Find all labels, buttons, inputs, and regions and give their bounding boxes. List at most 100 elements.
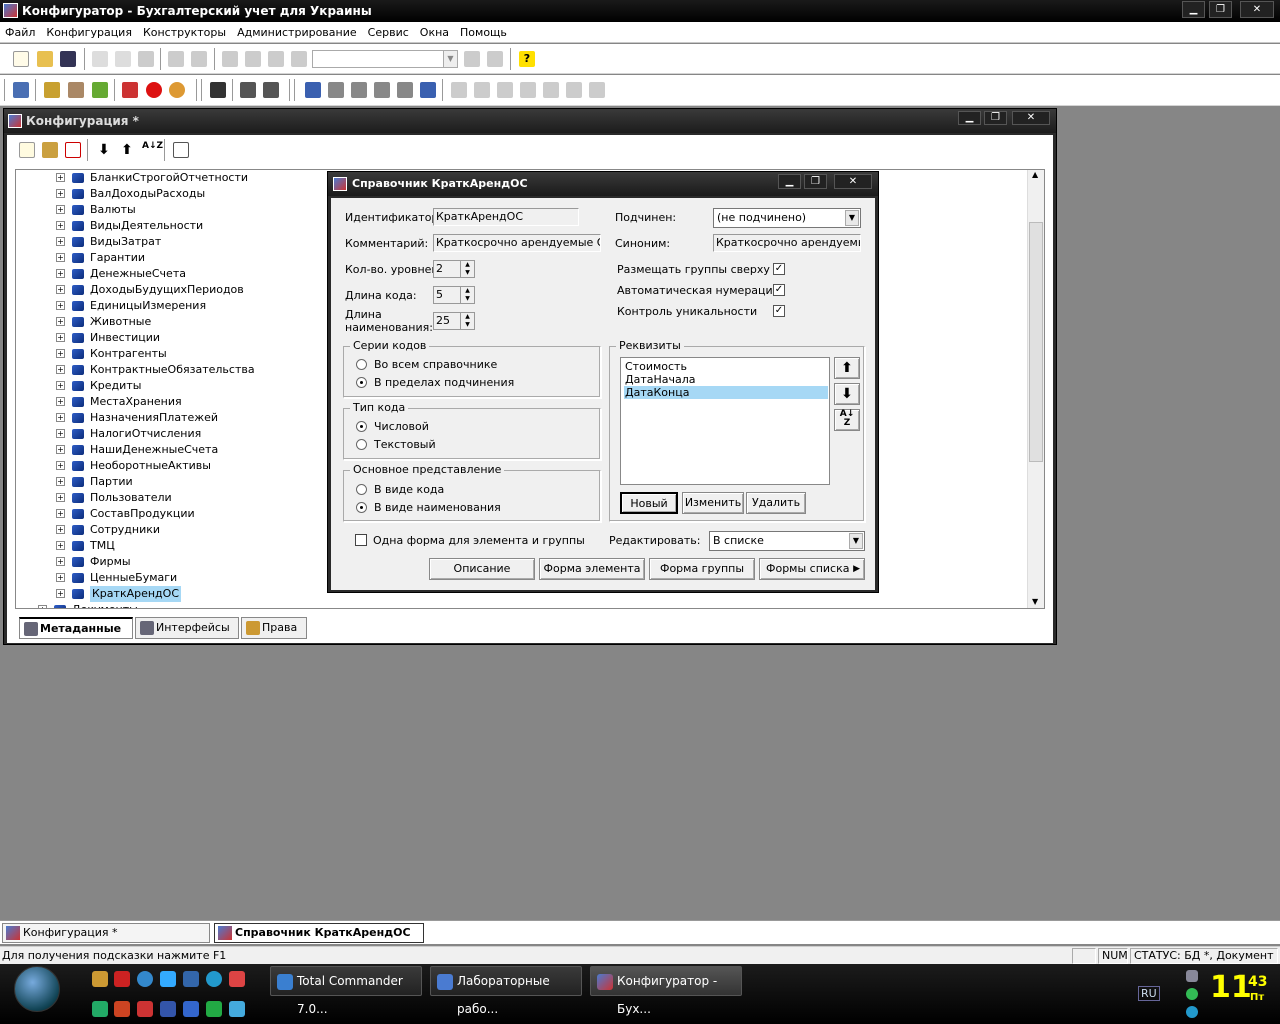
auto-numbering-checkbox[interactable]: ✓ — [773, 284, 785, 296]
config-close-button[interactable]: ✕ — [1012, 111, 1050, 125]
description-icon[interactable] — [173, 142, 189, 158]
calc-icon[interactable] — [543, 82, 559, 98]
print-preview-icon[interactable] — [191, 51, 207, 67]
code-length-spinner[interactable]: 5 ▲ ▼ — [433, 286, 475, 304]
documents-icon[interactable] — [351, 82, 367, 98]
antivirus-icon[interactable] — [1186, 988, 1198, 1000]
attr-sort-button[interactable]: A↓ Z — [834, 409, 860, 431]
expand-icon[interactable]: + — [56, 317, 65, 326]
code-series-subordinate-radio[interactable] — [356, 377, 367, 388]
find-prev-icon[interactable] — [487, 51, 503, 67]
expand-icon[interactable]: + — [56, 557, 65, 566]
debug-icon[interactable] — [169, 82, 185, 98]
attr-down-button[interactable]: ⬇ — [834, 383, 860, 405]
repr-code-radio[interactable] — [356, 484, 367, 495]
expand-icon[interactable]: + — [56, 461, 65, 470]
mdi-task-catalog[interactable]: Справочник КраткАрендОС — [214, 923, 424, 943]
scroll-thumb[interactable] — [1029, 222, 1043, 462]
journals-icon[interactable] — [374, 82, 390, 98]
comment-field[interactable]: Краткосрочно арендуемые ОС — [433, 234, 601, 252]
subordinate-select[interactable]: (не подчинено) ▼ — [713, 208, 861, 228]
list-item[interactable]: ДатаКонца — [624, 386, 828, 399]
scroll-up-icon[interactable]: ▲ — [1032, 170, 1038, 179]
code-type-numeric-radio[interactable] — [356, 421, 367, 432]
dialog-minimize-button[interactable]: ▁ — [778, 174, 801, 189]
scroll-down-icon[interactable]: ▼ — [1032, 597, 1038, 606]
find-icon[interactable] — [291, 51, 307, 67]
expand-icon[interactable]: + — [56, 445, 65, 454]
publisher-icon[interactable] — [206, 1001, 222, 1017]
tab-interfaces[interactable]: Интерфейсы — [135, 617, 239, 639]
cut-icon[interactable] — [92, 51, 108, 67]
menu-service[interactable]: Сервис — [363, 22, 415, 43]
new-object-icon[interactable] — [19, 142, 35, 158]
expand-icon[interactable]: + — [56, 189, 65, 198]
expand-icon[interactable]: + — [56, 269, 65, 278]
tab-rights[interactable]: Права — [241, 617, 307, 639]
sort-icon[interactable]: A↓Z — [142, 142, 163, 158]
expand-icon[interactable]: + — [56, 285, 65, 294]
users-icon[interactable] — [210, 82, 226, 98]
dialog-close-button[interactable]: ✕ — [834, 174, 872, 189]
excel-icon[interactable] — [92, 1001, 108, 1017]
expand-icon[interactable]: + — [56, 253, 65, 262]
element-form-button[interactable]: Форма элемента — [539, 558, 645, 580]
expand-icon[interactable]: + — [56, 333, 65, 342]
menu-constructors[interactable]: Конструкторы — [138, 22, 232, 43]
levels-spinner[interactable]: 2 ▲ ▼ — [433, 260, 475, 278]
print-icon[interactable] — [168, 51, 184, 67]
new-file-icon[interactable] — [13, 51, 29, 67]
group-form-button[interactable]: Форма группы — [649, 558, 755, 580]
expand-icon[interactable]: + — [56, 413, 65, 422]
expand-icon[interactable]: + — [56, 237, 65, 246]
search-combo[interactable]: ▼ — [312, 50, 458, 68]
expand-icon[interactable]: + — [56, 173, 65, 182]
tab-metadata[interactable]: Метаданные — [19, 617, 133, 639]
identifier-field[interactable]: КраткАрендОС — [433, 208, 579, 226]
delete-object-icon[interactable] — [65, 142, 81, 158]
new-attr-button[interactable]: Новый — [620, 492, 678, 514]
menu-help[interactable]: Помощь — [455, 22, 513, 43]
access-icon[interactable] — [137, 1001, 153, 1017]
help-icon[interactable]: ? — [519, 51, 535, 67]
menu-windows[interactable]: Окна — [415, 22, 455, 43]
place-groups-top-checkbox[interactable]: ✓ — [773, 263, 785, 275]
expand-icon[interactable]: + — [56, 365, 65, 374]
outlook-icon[interactable] — [183, 1001, 199, 1017]
config-tree-icon[interactable] — [13, 82, 29, 98]
repr-name-radio[interactable] — [356, 502, 367, 513]
acrobat-icon[interactable] — [229, 971, 245, 987]
registers-icon[interactable] — [520, 82, 536, 98]
list-item[interactable]: Стоимость — [624, 360, 828, 373]
desktop-icon[interactable] — [183, 971, 199, 987]
minimize-button[interactable]: ▁ — [1182, 1, 1205, 18]
move-down-icon[interactable]: ⬇ — [96, 142, 112, 158]
language-indicator[interactable]: RU — [1138, 986, 1160, 1001]
taskbar-total-commander[interactable]: Total Commander 7.0... — [270, 966, 422, 1016]
syntax-check-icon[interactable] — [122, 82, 138, 98]
edit-mode-select[interactable]: В списке ▼ — [709, 531, 865, 551]
expand-icon[interactable]: + — [56, 477, 65, 486]
edit-object-icon[interactable] — [42, 142, 58, 158]
expand-icon[interactable]: + — [56, 381, 65, 390]
powerpoint-icon[interactable] — [114, 1001, 130, 1017]
module-icon[interactable] — [44, 82, 60, 98]
internet-explorer-icon[interactable] — [160, 971, 176, 987]
constants-icon[interactable] — [305, 82, 321, 98]
network-icon[interactable] — [1186, 970, 1198, 982]
dialog-maximize-button[interactable]: ❐ — [804, 174, 827, 189]
media-player-icon[interactable] — [137, 971, 153, 987]
upload-icon[interactable] — [240, 82, 256, 98]
config-minimize-button[interactable]: ▁ — [958, 111, 981, 125]
expand-icon[interactable]: + — [38, 605, 47, 608]
open-file-icon[interactable] — [37, 51, 53, 67]
list-item[interactable]: ДатаНачала — [624, 373, 828, 386]
find-next-icon[interactable] — [464, 51, 480, 67]
attr-up-button[interactable]: ⬆ — [834, 357, 860, 379]
save-icon[interactable] — [114, 971, 130, 987]
code-series-whole-radio[interactable] — [356, 359, 367, 370]
interfaces-icon[interactable] — [92, 82, 108, 98]
operations-icon[interactable] — [497, 82, 513, 98]
expand-icon[interactable]: + — [56, 589, 65, 598]
taskbar-configurator[interactable]: Конфигуратор - Бух... — [590, 966, 742, 1016]
